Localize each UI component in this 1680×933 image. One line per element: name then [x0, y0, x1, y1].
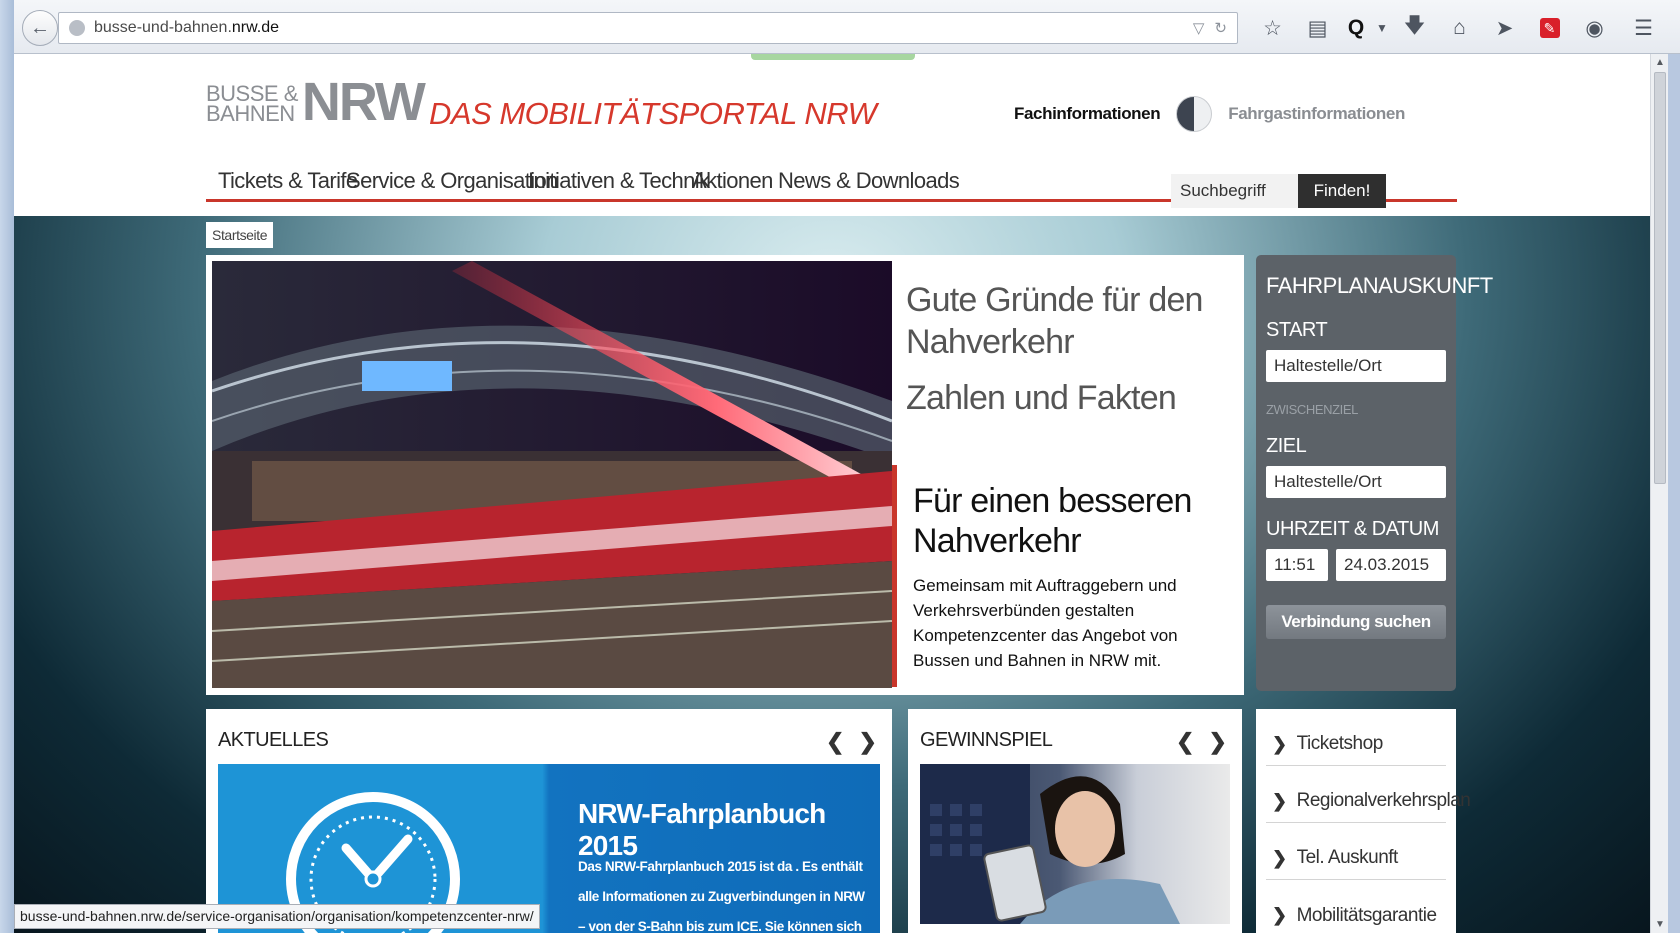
train-station-image[interactable]: [212, 261, 892, 688]
web-page: BUSSE & BAHNEN NRW DAS MOBILITÄTSPORTAL …: [14, 54, 1650, 933]
verbindung-suchen-button[interactable]: Verbindung suchen: [1266, 605, 1446, 639]
menu-icon[interactable]: ☰: [1621, 13, 1666, 43]
search-input[interactable]: Suchbegriff: [1171, 174, 1298, 208]
quicklink-tel-auskunft[interactable]: ❯ Tel. Auskunft: [1266, 823, 1446, 880]
chevron-right-icon: ❯: [1272, 733, 1287, 754]
nav-news-downloads[interactable]: News & Downloads: [778, 168, 960, 194]
start-label: START: [1266, 319, 1328, 341]
chevron-right-icon: ❯: [1272, 905, 1287, 925]
zwischenziel-link[interactable]: ZWISCHENZIEL: [1266, 402, 1446, 417]
teaser-active-item[interactable]: Für einen besseren Nahverkehr Gemeinsam …: [892, 465, 1244, 687]
site-logo[interactable]: BUSSE & BAHNEN NRW: [206, 75, 426, 129]
chevron-right-icon: ❯: [1272, 790, 1287, 811]
window-left-edge: [0, 0, 14, 933]
teaser-panel: Gute Gründe für den Nahverkehr Zahlen un…: [206, 255, 1244, 695]
star-icon[interactable]: ☆: [1250, 13, 1295, 43]
start-input[interactable]: Haltestelle/Ort: [1266, 350, 1446, 382]
history-dropdown-icon[interactable]: ▽: [1193, 19, 1205, 37]
vertical-scrollbar[interactable]: ▲ ▼: [1650, 54, 1668, 933]
download-icon[interactable]: 🡇: [1392, 13, 1437, 43]
fahrplan-title: FAHRPLANAUSKUNFT: [1266, 273, 1493, 298]
breadcrumb[interactable]: Startseite: [206, 222, 274, 248]
teaser-link-zahlen-fakten[interactable]: Zahlen und Fakten: [906, 377, 1206, 419]
gewinnspiel-image[interactable]: [920, 764, 1230, 924]
aktuelles-box: AKTUELLES ❮ ❯ NRW-Fahrplanbuch 2015 Das …: [206, 709, 892, 933]
teaser-active-text: Gemeinsam mit Auftraggebern und Verkehrs…: [913, 576, 1178, 670]
scroll-up-arrow-icon[interactable]: ▲: [1655, 57, 1665, 68]
teaser-active-title: Für einen besseren Nahverkehr: [913, 482, 1192, 560]
globe-icon: [69, 20, 85, 36]
aktuelles-card-text: Das NRW-Fahrplanbuch 2015 ist da . Es en…: [578, 859, 865, 933]
nav-aktionen[interactable]: Aktionen: [692, 168, 773, 194]
reading-list-icon[interactable]: ▤: [1295, 13, 1340, 43]
gewinnspiel-next-icon[interactable]: ❯: [1208, 729, 1226, 755]
browser-toolbar: ← busse-und-bahnen.nrw.de ▽ ↻ ☆ ▤ Q ▼ 🡇 …: [0, 0, 1680, 54]
chevron-right-icon: ❯: [1272, 847, 1287, 868]
home-icon[interactable]: ⌂: [1437, 13, 1482, 43]
back-button[interactable]: ←: [22, 10, 58, 46]
green-tab[interactable]: [751, 54, 915, 60]
back-arrow-icon: ←: [30, 16, 50, 39]
ziel-label: ZIEL: [1266, 435, 1307, 457]
fachinformationen-link[interactable]: Fachinformationen: [1014, 104, 1161, 124]
search-button[interactable]: Finden!: [1298, 174, 1386, 208]
portal-title: DAS MOBILITÄTSPORTAL NRW: [429, 96, 877, 131]
woman-with-tablet-illustration: [920, 764, 1180, 924]
scrollbar-thumb[interactable]: [1654, 72, 1666, 484]
date-input[interactable]: 24.03.2015: [1336, 549, 1446, 581]
nav-tickets-tarife[interactable]: Tickets & Tarife: [218, 168, 358, 194]
quicklink-ticketshop[interactable]: ❯ Ticketshop: [1266, 709, 1446, 766]
nav-initiativen-technik[interactable]: Initiativen & Technik: [528, 168, 710, 194]
audience-toggle-icon[interactable]: [1176, 96, 1213, 132]
q-addon-icon[interactable]: Q: [1340, 13, 1372, 43]
dropdown-arrow-icon[interactable]: ▼: [1372, 13, 1392, 43]
chat-icon[interactable]: ◉: [1572, 13, 1617, 43]
window-right-edge: [1668, 54, 1680, 933]
gewinnspiel-box: GEWINNSPIEL ❮ ❯: [908, 709, 1242, 933]
fahrgastinformationen-link[interactable]: Fahrgastinformationen: [1228, 104, 1405, 124]
aktuelles-heading: AKTUELLES: [218, 729, 329, 751]
url-text: busse-und-bahnen.nrw.de: [94, 19, 280, 36]
teaser-link-gute-gruende[interactable]: Gute Gründe für den Nahverkehr: [906, 279, 1206, 363]
ziel-input[interactable]: Haltestelle/Ort: [1266, 466, 1446, 498]
train-station-illustration: [212, 261, 892, 688]
quicklink-regionalverkehrsplan[interactable]: ❯ Regionalverkehrsplan: [1266, 766, 1471, 823]
quicklinks-box: ❯ Ticketshop ❯ Regionalverkehrsplan ❯ Tel. …: [1256, 709, 1471, 933]
nav-service-organisation[interactable]: Service & Organisation: [346, 168, 558, 194]
address-bar[interactable]: busse-und-bahnen.nrw.de ▽ ↻: [58, 12, 1238, 44]
aktuelles-next-icon[interactable]: ❯: [858, 729, 876, 755]
gewinnspiel-heading: GEWINNSPIEL: [920, 729, 1053, 751]
reload-icon[interactable]: ↻: [1214, 19, 1227, 37]
datetime-label: UHRZEIT & DATUM: [1266, 518, 1439, 540]
status-bar-url: busse-und-bahnen.nrw.de/service-organisa…: [14, 904, 540, 929]
pdf-addon-icon[interactable]: ✎: [1527, 13, 1572, 43]
audience-switch: Fachinformationen Fahrgastinformationen: [1014, 96, 1405, 132]
quicklink-mobilitaetsgarantie[interactable]: ❯ Mobilitätsgarantie: [1266, 880, 1446, 933]
gewinnspiel-prev-icon[interactable]: ❮: [1176, 729, 1194, 755]
send-icon[interactable]: ➤: [1482, 13, 1527, 43]
aktuelles-prev-icon[interactable]: ❮: [826, 729, 844, 755]
scroll-down-arrow-icon[interactable]: ▼: [1655, 919, 1665, 930]
fahrplan-widget: FAHRPLANAUSKUNFT START Haltestelle/Ort Z…: [1256, 255, 1493, 691]
time-input[interactable]: 11:51: [1266, 549, 1328, 581]
